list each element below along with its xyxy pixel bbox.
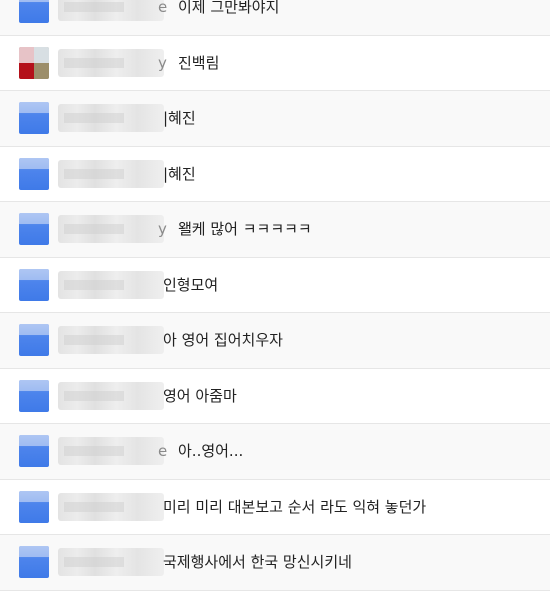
list-item[interactable]: y 진백림 bbox=[0, 36, 550, 91]
avatar[interactable] bbox=[19, 546, 49, 578]
avatar[interactable] bbox=[19, 379, 49, 412]
list-item[interactable]: 아 영어 집어치우자 bbox=[0, 313, 550, 369]
avatar[interactable] bbox=[19, 102, 49, 134]
avatar[interactable] bbox=[19, 0, 49, 23]
list-item[interactable]: 국제행사에서 한국 망신시키네 bbox=[0, 535, 550, 591]
list-item[interactable]: 인형모여 bbox=[0, 258, 550, 313]
message-text: 인형모여 bbox=[163, 275, 219, 294]
avatar[interactable] bbox=[19, 324, 49, 356]
message-text: 아 영어 집어치우자 bbox=[163, 331, 283, 349]
redacted-username bbox=[58, 270, 164, 299]
list-item[interactable]: |혜진 bbox=[0, 147, 550, 202]
list-item[interactable]: e 이제 그만봐야지 bbox=[0, 0, 550, 36]
redacted-username bbox=[58, 104, 164, 132]
redacted-username bbox=[58, 159, 164, 188]
redacted-username bbox=[58, 548, 164, 576]
redacted-username bbox=[58, 492, 164, 521]
redacted-username bbox=[58, 0, 164, 21]
username-tail: e bbox=[158, 442, 168, 460]
avatar[interactable] bbox=[19, 157, 49, 190]
message-text: 국제행사에서 한국 망신시키네 bbox=[163, 553, 352, 571]
list-item[interactable]: 영어 아줌마 bbox=[0, 369, 550, 424]
message-text: 아..영어... bbox=[178, 442, 244, 460]
message-text: |혜진 bbox=[163, 109, 196, 127]
avatar[interactable] bbox=[19, 435, 49, 467]
redacted-username bbox=[58, 215, 164, 243]
message-text: 영어 아줌마 bbox=[163, 386, 237, 405]
list-item[interactable]: 미리 미리 대본보고 순서 라도 익혀 놓던가 bbox=[0, 480, 550, 535]
username-tail: y bbox=[158, 53, 167, 72]
message-text: 왤케 많어 ㅋㅋㅋㅋㅋ bbox=[178, 220, 312, 238]
username-tail: e bbox=[158, 0, 168, 16]
message-text: 진백림 bbox=[178, 53, 220, 72]
redacted-username bbox=[58, 326, 164, 354]
list-item[interactable]: |혜진 bbox=[0, 91, 550, 147]
redacted-username bbox=[58, 381, 164, 410]
message-text: 이제 그만봐야지 bbox=[178, 0, 280, 16]
message-text: 미리 미리 대본보고 순서 라도 익혀 놓던가 bbox=[163, 497, 427, 516]
chat-message-list: e 이제 그만봐야지 y 진백림 |혜진 |혜진 y 왤케 많어 ㅋㅋㅋㅋㅋ 인… bbox=[0, 0, 550, 591]
username-tail: y bbox=[158, 220, 167, 238]
list-item[interactable]: y 왤케 많어 ㅋㅋㅋㅋㅋ bbox=[0, 202, 550, 258]
list-item[interactable]: e 아..영어... bbox=[0, 424, 550, 480]
redacted-username bbox=[58, 437, 164, 465]
redacted-username bbox=[58, 48, 164, 77]
avatar[interactable] bbox=[19, 268, 49, 301]
avatar[interactable] bbox=[19, 490, 49, 523]
avatar[interactable] bbox=[19, 46, 49, 79]
message-text: |혜진 bbox=[163, 164, 196, 183]
avatar[interactable] bbox=[19, 213, 49, 245]
